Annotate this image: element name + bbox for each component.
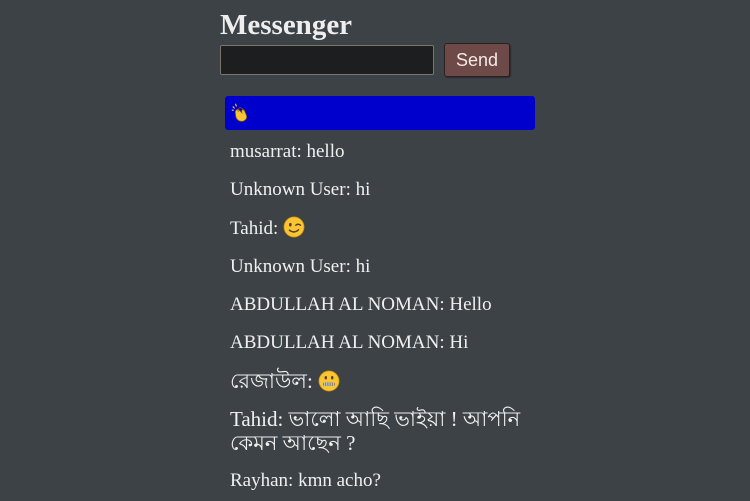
messenger-app: Messenger Send musarrat: hello Unknown U…: [220, 8, 540, 500]
message-item: musarrat: hello: [225, 133, 535, 171]
highlighted-message: [225, 96, 535, 130]
message-input[interactable]: [220, 45, 434, 75]
zipper-mouth-face-icon: [318, 370, 340, 392]
message-text: musarrat: hello: [230, 141, 345, 162]
message-text: Unknown User: hi: [230, 256, 371, 277]
message-item: Unknown User: hi: [225, 171, 535, 209]
message-text: Rayhan: kmn acho?: [230, 470, 381, 491]
app-title: Messenger: [220, 9, 353, 41]
message-item: Tahid:: [225, 209, 535, 248]
message-item: Rayhan: kmn acho?: [225, 462, 535, 500]
message-composer: Send: [220, 42, 540, 78]
winking-face-icon: [283, 216, 305, 238]
message-text: ABDULLAH AL NOMAN: Hello: [230, 294, 492, 315]
message-text: Unknown User: hi: [230, 179, 371, 200]
message-list: musarrat: hello Unknown User: hi Tahid: …: [225, 96, 535, 500]
clapping-hands-icon: [231, 103, 248, 122]
message-text: Tahid: ভালো আছি ভাইয়া ! আপনি কেমন আছেন …: [230, 407, 521, 455]
message-text: রেজাউল:: [230, 369, 319, 393]
message-item: Tahid: ভালো আছি ভাইয়া ! আপনি কেমন আছেন …: [225, 400, 535, 462]
message-item: ABDULLAH AL NOMAN: Hi: [225, 324, 535, 362]
message-text: Tahid:: [230, 218, 284, 239]
message-item: ABDULLAH AL NOMAN: Hello: [225, 286, 535, 324]
message-text: ABDULLAH AL NOMAN: Hi: [230, 332, 469, 353]
message-item: Unknown User: hi: [225, 248, 535, 286]
send-button[interactable]: Send: [444, 43, 510, 77]
message-item: রেজাউল:: [225, 362, 535, 400]
